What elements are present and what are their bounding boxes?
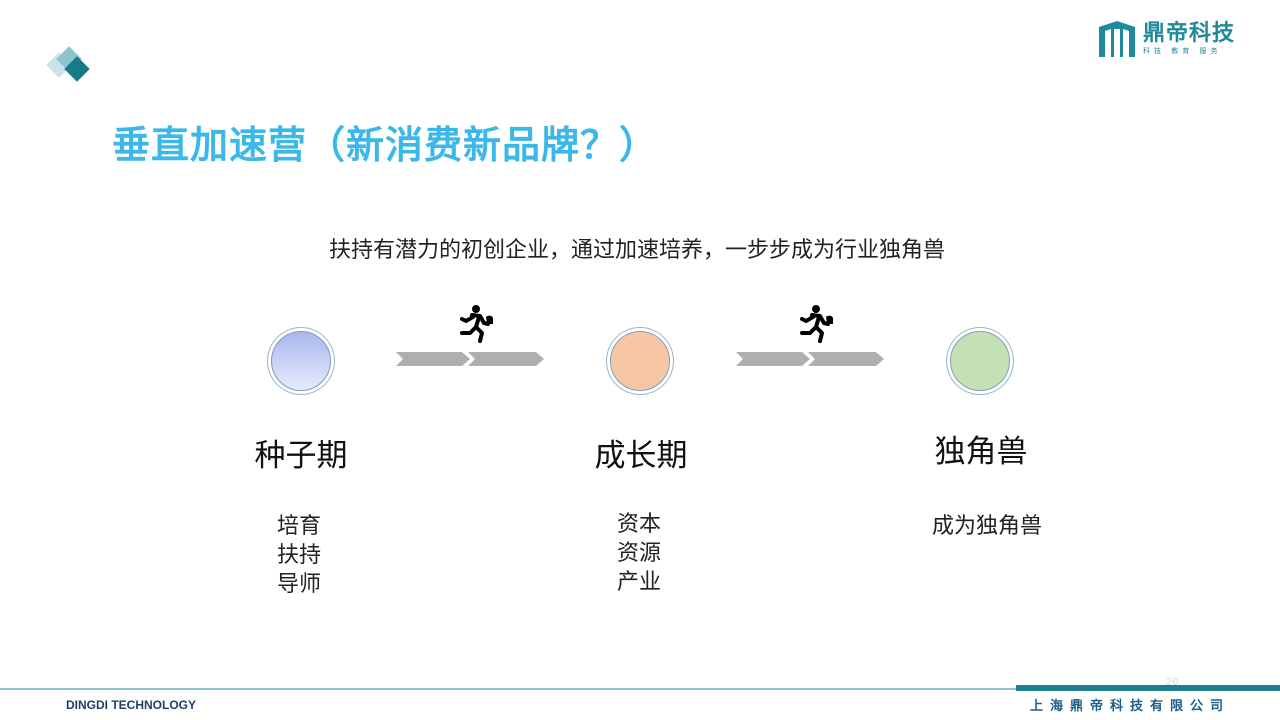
footer-company-english: DINGDI TECHNOLOGY xyxy=(66,698,197,712)
stage-detail-item: 导师 xyxy=(276,572,321,597)
stage-label-growth: 成长期 xyxy=(594,438,688,474)
stage-circle-seed xyxy=(271,331,331,391)
stage-details-growth: 资本 资源 产业 xyxy=(539,510,739,597)
stage-details-seed: 培育 扶持 导师 xyxy=(199,512,399,599)
stage-circle-unicorn xyxy=(950,331,1010,391)
stage-detail-item: 培育 xyxy=(276,514,321,539)
running-person-icon xyxy=(800,305,833,343)
double-chevron-arrow-icon xyxy=(396,352,544,366)
stage-detail-item: 资源 xyxy=(616,541,661,566)
logo-name: 鼎帝科技 xyxy=(1143,21,1236,46)
logo-mark-icon xyxy=(1099,21,1135,57)
stage-detail-item: 扶持 xyxy=(276,543,321,568)
stage-details-unicorn: 成为独角兽 xyxy=(887,512,1087,541)
stage-label-seed: 种子期 xyxy=(254,438,348,474)
double-chevron-arrow-icon xyxy=(736,352,884,366)
footer-accent-bar xyxy=(1016,685,1280,691)
stage-detail-item: 成为独角兽 xyxy=(931,514,1042,539)
slide-subtitle: 扶持有潜力的初创企业，通过加速培养，一步步成为行业独角兽 xyxy=(328,238,945,263)
stage-circle-growth xyxy=(610,331,670,391)
slide-title: 垂直加速营（新消费新品牌？） xyxy=(112,123,659,167)
running-person-icon xyxy=(460,305,493,343)
decorative-diamonds-icon xyxy=(46,46,90,82)
stage-detail-item: 产业 xyxy=(616,570,661,595)
stage-detail-item: 资本 xyxy=(616,512,661,537)
footer-company-chinese: 上海鼎帝科技有限公司 xyxy=(1030,699,1231,714)
stage-label-unicorn: 独角兽 xyxy=(934,434,1028,470)
logo-tagline: 科技 教育 服务 xyxy=(1143,47,1222,55)
company-logo: 鼎帝科技 科技 教育 服务 xyxy=(1095,18,1240,60)
